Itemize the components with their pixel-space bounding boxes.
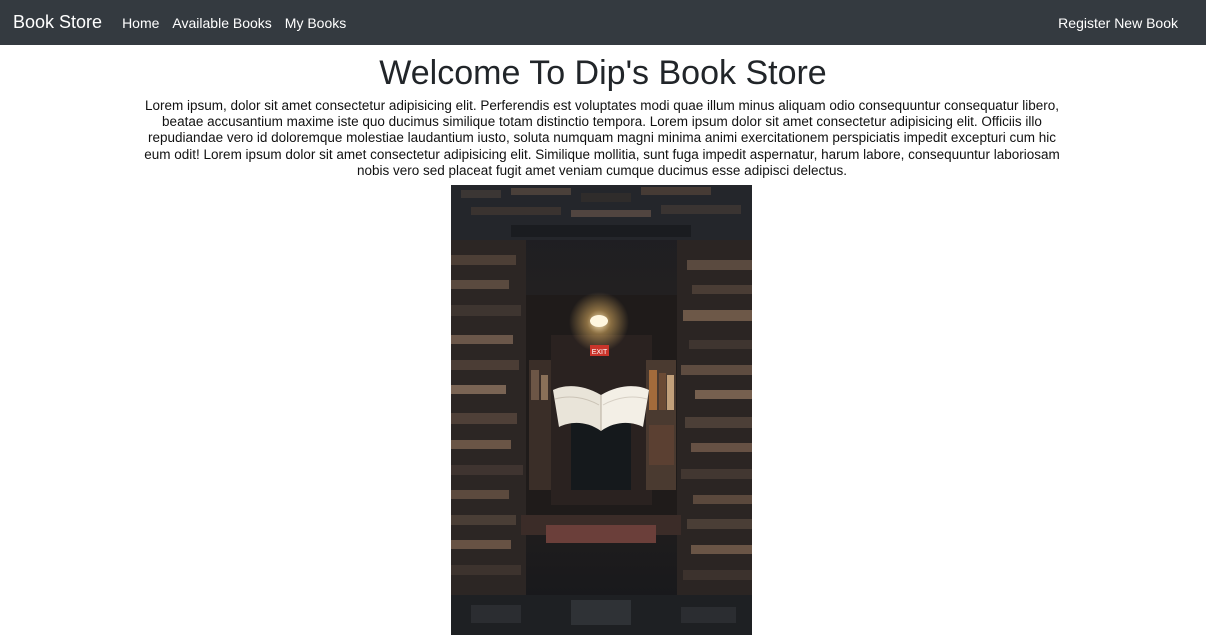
intro-paragraph: Lorem ipsum, dolor sit amet consectetur … bbox=[144, 98, 1060, 178]
top-navbar: Book Store Home Available Books My Books… bbox=[0, 0, 1206, 45]
stacked-books-right bbox=[677, 240, 752, 600]
exit-sign: EXIT bbox=[590, 345, 609, 356]
nav-link-register-new-book[interactable]: Register New Book bbox=[1058, 15, 1178, 31]
hero-image: EXIT bbox=[451, 185, 752, 635]
nav-links: Home Available Books My Books bbox=[122, 15, 359, 31]
page-title: Welcome To Dip's Book Store bbox=[379, 54, 827, 92]
stacked-books-top bbox=[451, 185, 752, 240]
nav-link-my-books[interactable]: My Books bbox=[285, 15, 346, 31]
nav-link-available-books[interactable]: Available Books bbox=[172, 15, 271, 31]
svg-text:EXIT: EXIT bbox=[592, 349, 608, 356]
stacked-books-left bbox=[451, 240, 526, 600]
brand-link[interactable]: Book Store bbox=[13, 12, 102, 33]
nav-link-home[interactable]: Home bbox=[122, 15, 159, 31]
ceiling-lamp bbox=[569, 292, 629, 352]
nav-right: Register New Book bbox=[1058, 0, 1178, 45]
bookstore-illustration: EXIT bbox=[451, 185, 752, 635]
